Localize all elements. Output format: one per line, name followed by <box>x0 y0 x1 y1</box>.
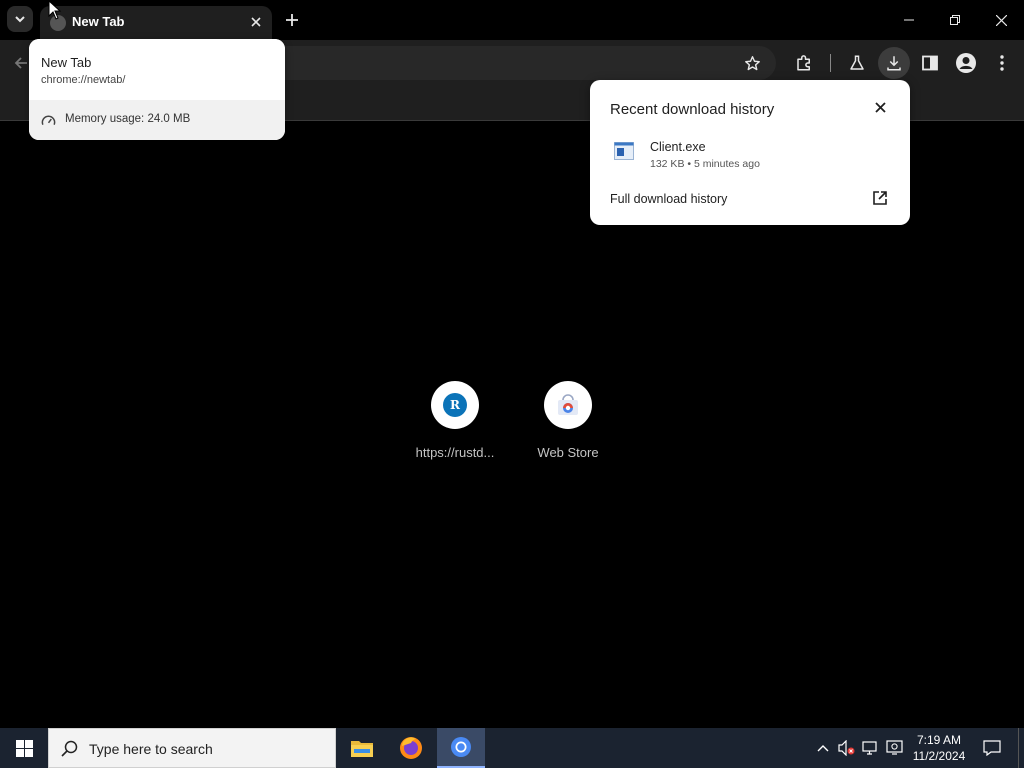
notifications-button[interactable] <box>982 738 1002 758</box>
taskbar-clock[interactable]: 7:19 AM 11/2/2024 <box>906 732 972 764</box>
notification-icon <box>983 740 1001 756</box>
file-explorer-taskbar-button[interactable] <box>338 728 386 768</box>
open-in-new-icon <box>873 191 887 205</box>
hover-card-footer: Memory usage: 24.0 MB <box>29 100 285 140</box>
chrome-taskbar-button[interactable] <box>437 728 485 768</box>
side-panel-button[interactable] <box>917 50 943 76</box>
exe-file-icon <box>614 142 634 160</box>
download-bubble-close-button[interactable] <box>870 97 890 117</box>
show-hidden-icons-button[interactable] <box>813 738 833 758</box>
shortcut-icon-container: R <box>431 381 479 429</box>
hover-card-header: New Tab chrome://newtab/ <box>29 39 285 100</box>
hover-card-url: chrome://newtab/ <box>41 74 126 86</box>
chrome-icon <box>451 737 471 757</box>
taskbar: Type here to search 7:19 AM 11/2/2024 <box>0 728 1024 768</box>
bookmark-star-button[interactable] <box>740 51 764 75</box>
download-details: 132 KB • 5 minutes ago <box>650 158 760 170</box>
firefox-taskbar-button[interactable] <box>387 728 435 768</box>
close-window-button[interactable] <box>978 0 1024 40</box>
profile-avatar-icon <box>956 53 976 73</box>
download-filename: Client.exe <box>650 140 706 154</box>
shortcut-tile[interactable]: Web Store <box>513 381 623 471</box>
plus-icon <box>286 14 298 26</box>
web-store-icon <box>558 394 578 415</box>
search-placeholder: Type here to search <box>89 741 213 757</box>
clock-time: 7:19 AM <box>916 733 962 747</box>
download-bubble: Recent download history Client.exe 132 K… <box>590 80 910 225</box>
taskbar-search-box[interactable]: Type here to search <box>48 728 336 768</box>
mouse-cursor-icon <box>48 0 62 20</box>
tab-close-button[interactable] <box>246 12 266 32</box>
action-center-tray-button[interactable] <box>885 738 905 758</box>
download-bubble-title: Recent download history <box>610 101 775 118</box>
tab-new-tab[interactable]: New Tab <box>40 6 272 40</box>
tab-hover-card: New Tab chrome://newtab/ Memory usage: 2… <box>29 39 285 140</box>
clock-date: 11/2/2024 <box>912 749 966 763</box>
full-download-history-link[interactable]: Full download history <box>590 186 910 214</box>
minimize-icon <box>904 19 914 21</box>
shortcut-label: https://rustd... <box>415 445 495 460</box>
display-warning-icon <box>886 740 903 755</box>
gauge-icon <box>41 115 56 125</box>
puzzle-icon <box>797 55 810 71</box>
more-vert-icon <box>1000 55 1004 71</box>
arrow-left-icon <box>14 57 27 69</box>
close-icon <box>251 17 261 27</box>
download-icon <box>887 56 901 71</box>
close-icon <box>874 101 886 113</box>
chevron-up-icon <box>817 745 829 752</box>
hover-card-title: New Tab <box>41 55 92 70</box>
new-tab-button[interactable] <box>281 9 303 31</box>
network-button[interactable] <box>861 738 881 758</box>
close-icon <box>995 14 1007 26</box>
volume-muted-button[interactable] <box>837 738 857 758</box>
tab-strip: New Tab <box>0 0 1024 40</box>
search-icon <box>61 740 78 757</box>
shortcut-icon-container <box>544 381 592 429</box>
restore-button[interactable] <box>932 0 978 40</box>
restore-icon <box>950 15 960 25</box>
minimize-button[interactable] <box>886 0 932 40</box>
speaker-muted-icon <box>838 740 855 756</box>
folder-icon <box>351 741 373 757</box>
start-button[interactable] <box>0 728 48 768</box>
downloads-button[interactable] <box>878 47 910 79</box>
chevron-down-icon <box>15 16 25 23</box>
shortcut-label: Web Store <box>537 445 599 460</box>
firefox-icon <box>400 737 422 759</box>
full-download-history-label: Full download history <box>610 192 728 206</box>
menu-button[interactable] <box>989 50 1015 76</box>
tab-title: New Tab <box>72 14 125 29</box>
profile-button[interactable] <box>953 50 979 76</box>
toolbar-divider <box>830 54 831 72</box>
star-icon <box>744 55 760 70</box>
show-desktop-button[interactable] <box>1018 728 1024 768</box>
network-icon <box>862 741 877 755</box>
extensions-button[interactable] <box>791 50 817 76</box>
flask-icon <box>850 55 864 70</box>
shortcut-letter-icon: R <box>443 393 467 417</box>
side-panel-icon <box>922 55 938 71</box>
tab-search-button[interactable] <box>7 6 33 32</box>
shortcut-tile[interactable]: R https://rustd... <box>400 381 510 471</box>
windows-logo-icon <box>15 739 33 757</box>
download-item[interactable]: Client.exe 132 KB • 5 minutes ago <box>590 134 910 174</box>
chrome-labs-button[interactable] <box>844 50 870 76</box>
memory-usage-label: Memory usage: 24.0 MB <box>65 113 191 125</box>
